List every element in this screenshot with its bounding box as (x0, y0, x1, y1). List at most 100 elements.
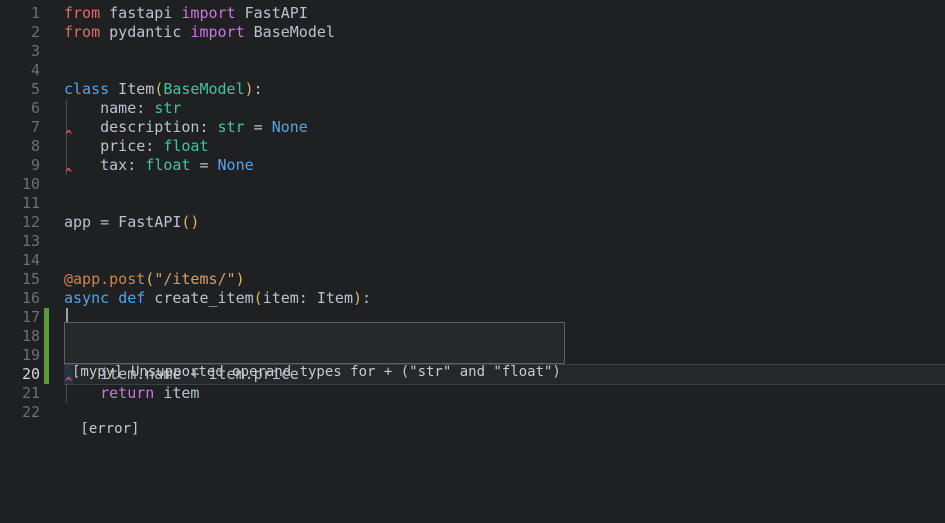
gutter-sign (40, 194, 64, 213)
line-number: 1 (0, 4, 40, 23)
code-line: 3 (0, 42, 945, 61)
gutter-sign (40, 99, 64, 118)
code-text[interactable]: class Item(BaseModel): (64, 80, 945, 99)
tooltip-message: [mypy] Unsupported operand types for + (… (72, 363, 564, 382)
code-line: 15 @app.post("/items/") (0, 270, 945, 289)
token (109, 289, 118, 307)
line-number: 22 (0, 403, 40, 422)
token: = (190, 156, 217, 174)
token: Item (109, 80, 154, 98)
token: : (254, 80, 263, 98)
line-number: 8 (0, 137, 40, 156)
token: item: Item (263, 289, 353, 307)
token: app = FastAPI (64, 213, 181, 231)
diagnostic-tooltip: [mypy] Unsupported operand types for + (… (64, 322, 565, 364)
line-number: 17 (0, 308, 40, 327)
line-number: 20 (0, 365, 40, 384)
token: = (245, 118, 272, 136)
token: ) (236, 270, 245, 288)
gutter-sign (40, 42, 64, 61)
gutter-sign-added (40, 365, 64, 384)
line-number: 11 (0, 194, 40, 213)
gutter-sign (40, 384, 64, 403)
code-line: 16 async def create_item(item: Item): (0, 289, 945, 308)
code-text[interactable]: from fastapi import FastAPI (64, 4, 945, 23)
editor: 1 from fastapi import FastAPI 2 from pydant… (0, 0, 945, 523)
token: str (218, 118, 245, 136)
token: from (64, 4, 100, 22)
code-text[interactable] (64, 175, 945, 194)
line-number: 19 (0, 346, 40, 365)
line-number: 16 (0, 289, 40, 308)
gutter-sign (40, 137, 64, 156)
diagnostic-caret-icon: ^ (65, 167, 72, 180)
code-line: 11 (0, 194, 945, 213)
code-text[interactable]: app = FastAPI() (64, 213, 945, 232)
gutter-sign (40, 213, 64, 232)
gutter-sign (40, 251, 64, 270)
code-line: 7 description: str = None^ (0, 118, 945, 137)
code-text[interactable]: name: str (64, 99, 945, 118)
line-number: 21 (0, 384, 40, 403)
code-text[interactable]: async def create_item(item: Item): (64, 289, 945, 308)
line-number: 13 (0, 232, 40, 251)
code-text[interactable] (64, 42, 945, 61)
token: BaseModel (163, 80, 244, 98)
code-text[interactable]: from pydantic import BaseModel (64, 23, 945, 42)
line-number: 3 (0, 42, 40, 61)
token: tax: (64, 156, 145, 174)
gutter-sign (40, 175, 64, 194)
token: () (181, 213, 199, 231)
token: from (64, 23, 100, 41)
gutter-sign (40, 403, 64, 422)
token: ) (245, 80, 254, 98)
line-number: 5 (0, 80, 40, 99)
gutter-sign (40, 80, 64, 99)
code-line: 1 from fastapi import FastAPI (0, 4, 945, 23)
gutter-sign-added (40, 327, 64, 346)
code-text[interactable]: description: str = None^ (64, 118, 945, 137)
line-number: 15 (0, 270, 40, 289)
token: ( (145, 270, 154, 288)
token: ) (353, 289, 362, 307)
gutter-sign (40, 156, 64, 175)
token: class (64, 80, 109, 98)
line-number: 14 (0, 251, 40, 270)
code-line: 12 app = FastAPI() (0, 213, 945, 232)
code-text[interactable]: price: float (64, 137, 945, 156)
code-line: 4 (0, 61, 945, 80)
gutter-sign-added (40, 346, 64, 365)
line-number: 10 (0, 175, 40, 194)
code-text[interactable]: tax: float = None^ (64, 156, 945, 175)
code-line: 9 tax: float = None^ (0, 156, 945, 175)
code-text[interactable] (64, 232, 945, 251)
gutter-sign (40, 232, 64, 251)
gutter-sign (40, 4, 64, 23)
token: fastapi (100, 4, 181, 22)
line-number: 2 (0, 23, 40, 42)
token: FastAPI (236, 4, 308, 22)
token: description: (64, 118, 218, 136)
line-number: 12 (0, 213, 40, 232)
gutter-sign (40, 270, 64, 289)
token: ( (154, 80, 163, 98)
token: def (118, 289, 145, 307)
code-line: 5 class Item(BaseModel): (0, 80, 945, 99)
token: : (362, 289, 371, 307)
code-text[interactable] (64, 194, 945, 213)
line-number: 6 (0, 99, 40, 118)
token: pydantic (100, 23, 190, 41)
code-line: 13 (0, 232, 945, 251)
gutter-sign-added (40, 308, 64, 327)
token: ( (254, 289, 263, 307)
code-text[interactable] (64, 61, 945, 80)
diagnostic-caret-icon: ^ (65, 129, 72, 142)
code-text[interactable]: @app.post("/items/") (64, 270, 945, 289)
token: create_item (145, 289, 253, 307)
code-text[interactable] (64, 251, 945, 270)
token: str (154, 99, 181, 117)
code-line: 14 (0, 251, 945, 270)
line-number: 9 (0, 156, 40, 175)
code-line: 10 (0, 175, 945, 194)
token: price: (64, 137, 163, 155)
